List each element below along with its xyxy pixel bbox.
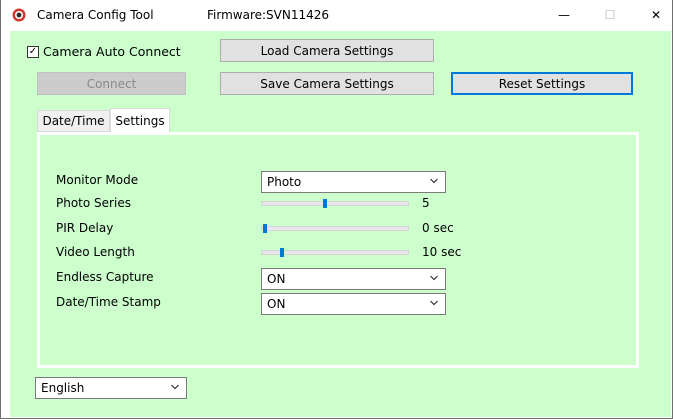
chevron-down-icon [429,298,439,311]
monitor-mode-value: Photo [267,175,302,189]
minimize-icon: — [558,8,570,22]
pir-delay-value: 0 sec [422,221,454,235]
slider-thumb[interactable] [323,199,328,208]
datetime-stamp-label: Date/Time Stamp [56,295,161,309]
endless-capture-value: ON [267,272,286,286]
pir-delay-slider[interactable] [261,217,409,241]
settings-panel: Monitor Mode Photo Photo Series 5 PIR De… [37,132,639,368]
app-window: Camera Config Tool Firmware:SVN11426 — ☐… [0,0,673,419]
close-button[interactable]: ✕ [633,0,673,30]
check-mark-icon: ✓ [28,45,38,57]
datetime-stamp-value: ON [267,297,286,311]
endless-capture-label: Endless Capture [56,270,154,284]
auto-connect-label: Camera Auto Connect [43,44,181,59]
maximize-button[interactable]: ☐ [587,0,633,30]
tab-settings[interactable]: Settings [110,108,170,132]
title-bar[interactable]: Camera Config Tool Firmware:SVN11426 — ☐… [1,0,672,30]
chevron-down-icon [170,382,180,395]
monitor-mode-dropdown[interactable]: Photo [261,171,446,193]
endless-capture-dropdown[interactable]: ON [261,268,446,290]
slider-track [261,201,409,206]
close-icon: ✕ [650,8,662,22]
save-settings-button[interactable]: Save Camera Settings [220,72,434,95]
language-value: English [41,381,85,395]
datetime-stamp-dropdown[interactable]: ON [261,293,446,315]
video-length-label: Video Length [56,245,135,259]
chevron-down-icon [429,176,439,189]
camera-app-icon [12,8,26,22]
slider-thumb[interactable] [263,224,267,233]
minimize-button[interactable]: — [541,0,587,30]
pir-delay-label: PIR Delay [56,221,114,235]
window-title: Camera Config Tool [37,8,154,22]
checkbox-box[interactable]: ✓ [27,45,39,58]
chevron-down-icon [429,273,439,286]
photo-series-label: Photo Series [56,196,131,210]
photo-series-value: 5 [422,196,430,210]
slider-track [261,226,409,231]
monitor-mode-label: Monitor Mode [56,173,139,187]
settings-panel-body: Monitor Mode Photo Photo Series 5 PIR De… [40,135,636,365]
tab-date-time[interactable]: Date/Time [37,110,110,132]
maximize-icon: ☐ [604,8,616,22]
video-length-slider[interactable] [261,241,409,265]
language-dropdown[interactable]: English [35,377,187,399]
connect-button[interactable]: Connect [37,72,186,95]
auto-connect-checkbox[interactable]: ✓ Camera Auto Connect [27,44,181,59]
video-length-value: 10 sec [422,245,462,259]
reset-settings-button[interactable]: Reset Settings [451,72,633,95]
firmware-label: Firmware:SVN11426 [207,8,330,22]
photo-series-slider[interactable] [261,192,409,216]
slider-thumb[interactable] [279,248,284,257]
load-settings-button[interactable]: Load Camera Settings [220,39,434,62]
